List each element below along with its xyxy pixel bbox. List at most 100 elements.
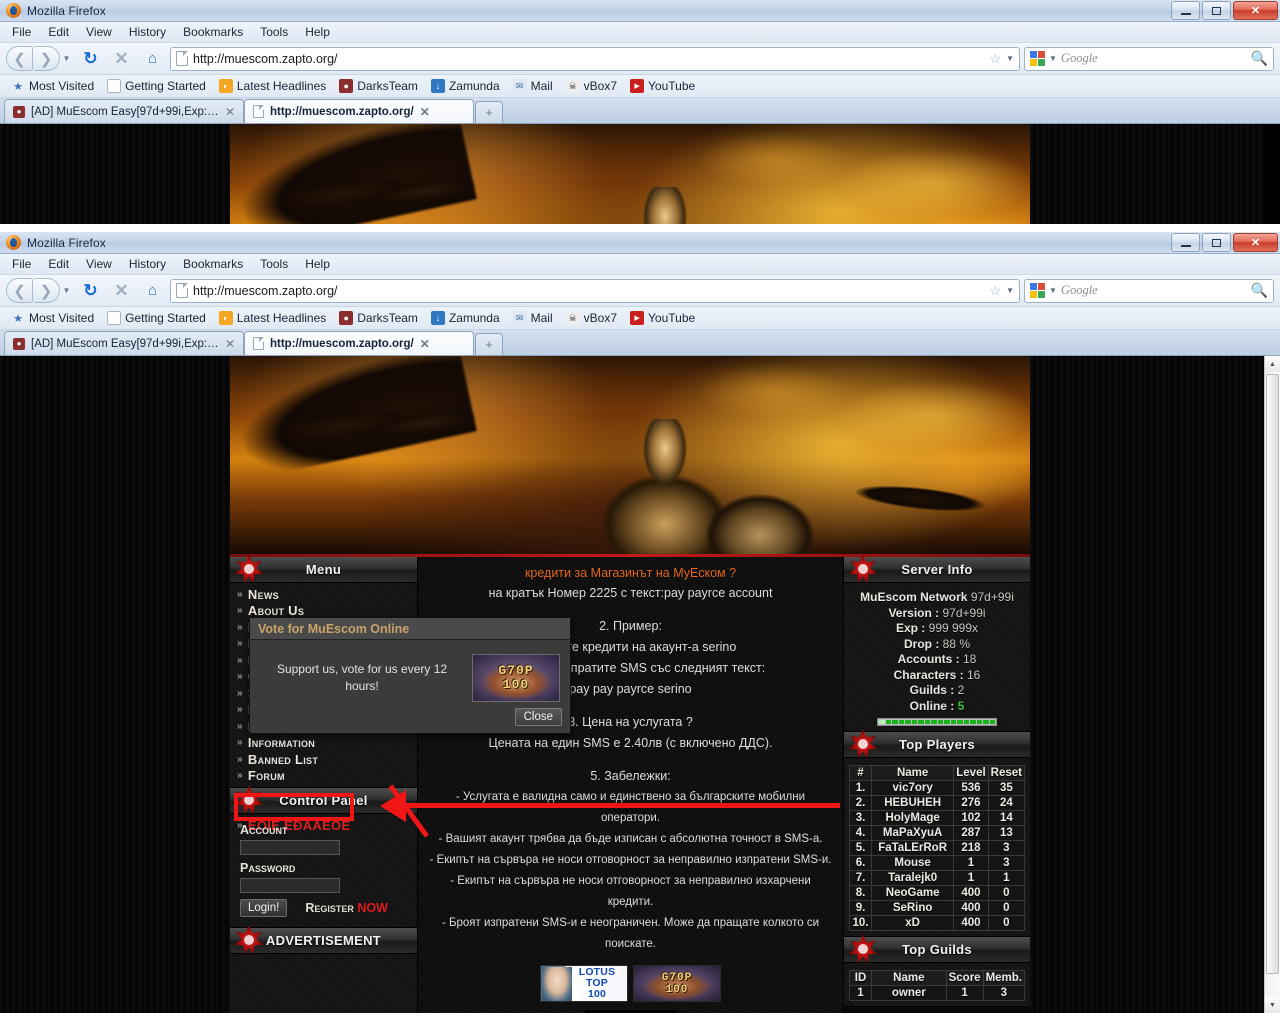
menu-bookmarks[interactable]: Bookmarks [175,255,251,273]
menu-bookmarks[interactable]: Bookmarks [175,23,251,41]
bookmark-vbox7[interactable]: ☠ vBox7 [561,310,622,326]
address-bar[interactable]: http://muescom.zapto.org/ ☆ ▼ [170,46,1020,71]
menu-edit[interactable]: Edit [40,255,77,273]
bookmark-latest-headlines[interactable]: ◐ Latest Headlines [214,310,331,326]
menu-tools[interactable]: Tools [252,23,296,41]
history-dropdown-icon[interactable]: ▼ [60,46,73,71]
vote-popup-dialog[interactable]: Vote for MuEscom Online Support us, vote… [249,617,571,734]
lotus-top-100-banner[interactable]: LOTUS TOP 100 [540,965,628,1002]
gtop100-popup-image[interactable]: G70P 100 [472,654,560,702]
minimize-button[interactable] [1171,1,1200,20]
close-button[interactable]: ✕ [1233,233,1278,252]
cell-name[interactable]: FaTaLErRoR [870,840,955,856]
chevron-down-icon[interactable]: ▼ [1006,54,1014,63]
bookmark-getting-started[interactable]: Getting Started [102,78,211,94]
cell-name[interactable]: HolyMage [870,810,955,826]
bookmark-vbox7[interactable]: ☠ vBox7 [561,78,622,94]
scrollbar-thumb[interactable] [1266,374,1279,974]
cell-name[interactable]: MaPaXyuA [870,825,955,841]
search-engine-chevron-icon[interactable]: ▼ [1049,54,1057,63]
tab-muescom-ad[interactable]: ● [AD] MuEscom Easy[97d+99i,Exp: 9... ✕ [4,331,244,355]
menu-help[interactable]: Help [297,23,338,41]
menu-item-forum[interactable]: » Forum [230,768,417,785]
bookmark-star-icon[interactable]: ☆ [989,51,1001,67]
search-icon[interactable]: 🔍 [1251,50,1268,67]
menu-item-banned-list[interactable]: » Banned List [230,751,417,768]
gtop100-banner[interactable]: G70P 100 [633,965,721,1002]
cell-name[interactable]: Taralejk0 [870,870,955,886]
back-button[interactable]: ❮ [6,278,33,303]
back-button[interactable]: ❮ [6,46,33,71]
menu-item-news[interactable]: » News [230,586,417,603]
scroll-up-arrow-icon[interactable]: ▲ [1265,356,1280,372]
cell-name[interactable]: vic7ory [870,780,955,796]
account-input[interactable] [240,840,340,855]
cell-name[interactable]: xD [870,915,955,931]
bookmark-mail[interactable]: ✉ Mail [508,78,558,94]
menu-item-information[interactable]: » Information [230,735,417,752]
bookmark-mail[interactable]: ✉ Mail [508,310,558,326]
cell-name[interactable]: NeoGame [870,885,955,901]
tab-muescom-ad[interactable]: ● [AD] MuEscom Easy[97d+99i,Exp: 9... ✕ [4,99,244,123]
firefox-window-active[interactable]: Mozilla Firefox ✕ File Edit View History… [0,232,1280,1024]
new-tab-button[interactable]: + [475,101,503,123]
cell-name[interactable]: Mouse [870,855,955,871]
restore-button[interactable] [1202,233,1231,252]
reload-icon[interactable]: ↻ [77,278,104,303]
search-icon[interactable]: 🔍 [1251,282,1268,299]
bookmark-star-icon[interactable]: ☆ [989,283,1001,299]
cell-name[interactable]: HEBUHEH [870,795,955,811]
stop-icon[interactable]: ✕ [108,278,135,303]
menu-file[interactable]: File [4,255,39,273]
register-link[interactable]: Register NOW [305,901,388,915]
stop-icon[interactable]: ✕ [108,46,135,71]
mu-online-top200-banner[interactable]: MU Online Top 200 [584,1010,677,1013]
reload-icon[interactable]: ↻ [77,46,104,71]
menu-view[interactable]: View [78,255,120,273]
vote-close-button[interactable]: Close [514,708,562,726]
bookmark-zamunda[interactable]: ↓ Zamunda [426,310,505,326]
history-dropdown-icon[interactable]: ▼ [60,278,73,303]
bookmark-latest-headlines[interactable]: ◐ Latest Headlines [214,78,331,94]
tab-muescom-home[interactable]: http://muescom.zapto.org/ ✕ [244,99,474,123]
search-bar[interactable]: ▼ Google 🔍 [1024,278,1274,303]
restore-button[interactable] [1202,1,1231,20]
search-input[interactable]: Google [1061,51,1247,66]
home-icon[interactable]: ⌂ [139,46,166,71]
bookmark-youtube[interactable]: ▶ YouTube [625,310,700,326]
search-bar[interactable]: ▼ Google 🔍 [1024,46,1274,71]
cell-name[interactable]: SeRino [870,900,955,916]
menu-history[interactable]: History [121,23,174,41]
menu-help[interactable]: Help [297,255,338,273]
menu-view[interactable]: View [78,23,120,41]
menu-tools[interactable]: Tools [252,255,296,273]
bookmark-most-visited[interactable]: ★ Most Visited [6,78,99,94]
address-bar[interactable]: http://muescom.zapto.org/ ☆ ▼ [170,278,1020,303]
menu-edit[interactable]: Edit [40,23,77,41]
bookmark-darksteam[interactable]: ● DarksTeam [334,78,423,94]
bookmark-zamunda[interactable]: ↓ Zamunda [426,78,505,94]
bookmark-darksteam[interactable]: ● DarksTeam [334,310,423,326]
search-engine-chevron-icon[interactable]: ▼ [1049,286,1057,295]
new-tab-button[interactable]: + [475,333,503,355]
forward-button[interactable]: ❯ [33,278,60,303]
menu-file[interactable]: File [4,23,39,41]
page-scrollbar[interactable]: ▲ ▼ [1264,356,1280,1013]
close-tab-icon[interactable]: ✕ [225,337,235,351]
cell-name[interactable]: owner [871,985,947,1001]
scroll-down-arrow-icon[interactable]: ▼ [1265,997,1280,1013]
close-button[interactable]: ✕ [1233,1,1278,20]
menu-history[interactable]: History [121,255,174,273]
bookmark-youtube[interactable]: ▶ YouTube [625,78,700,94]
minimize-button[interactable] [1171,233,1200,252]
chevron-down-icon[interactable]: ▼ [1006,286,1014,295]
bookmark-most-visited[interactable]: ★ Most Visited [6,310,99,326]
firefox-window-background[interactable]: Mozilla Firefox ✕ File Edit View History… [0,0,1280,232]
search-input[interactable]: Google [1061,283,1247,298]
bookmark-getting-started[interactable]: Getting Started [102,310,211,326]
tab-muescom-home[interactable]: http://muescom.zapto.org/ ✕ [244,331,474,355]
close-tab-icon[interactable]: ✕ [420,337,430,351]
home-icon[interactable]: ⌂ [139,278,166,303]
forward-button[interactable]: ❯ [33,46,60,71]
login-button[interactable]: Login! [240,899,288,917]
